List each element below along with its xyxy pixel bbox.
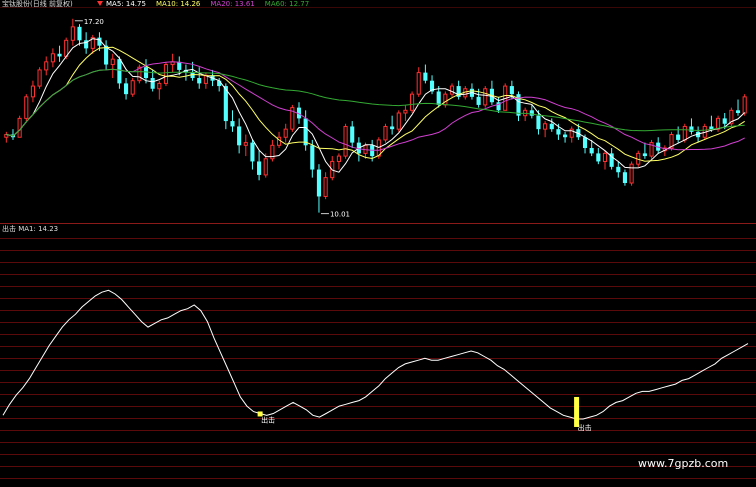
candle-body-up [283,128,288,138]
low-price-label: 10.01 [330,211,350,219]
candle-body-down [197,78,202,84]
candle-body-up [483,88,488,106]
ma-legend-item: MA5: 14.75 [106,0,146,8]
candle-body-up [64,39,69,57]
candle-body-up [682,125,687,141]
candle-body-up [443,93,448,106]
candle-body-up [742,96,747,114]
candle-body-down [676,134,681,140]
grid-lines [0,7,756,479]
candle-body-up [449,85,455,95]
labels: 17.20 10.01 宝钛股份(日线 前复权) MA5: 14.75 MA10: 14… [2,0,728,470]
candle-body-down [250,142,255,162]
price-panel [4,18,747,213]
stock-chart-svg: 17.20 10.01 宝钛股份(日线 前复权) MA5: 14.75 MA10: 14… [0,0,756,479]
ma-line-20 [6,61,745,151]
candle-body-down [529,110,534,116]
candle-body-up [410,93,415,111]
legend-down-icon [97,1,103,6]
candle-body-down [622,172,628,183]
stock-chart-stage: 17.20 10.01 宝钛股份(日线 前复权) MA5: 14.75 MA10: 14… [0,0,756,487]
candle-body-up [50,53,55,63]
signal-bar [574,396,580,427]
signal-label: 出击 [261,415,275,424]
candle-body-up [323,177,328,197]
candle-body-up [37,69,42,87]
candle-body-up [157,82,162,90]
ma-legend-item: MA10: 14.26 [156,0,201,8]
candle-body-down [616,166,621,173]
candle-body-up [24,96,29,119]
ma-legend-item: MA20: 13.61 [210,0,254,8]
candle-body-up [403,109,408,114]
watermark-text: www.7gpzb.com [638,457,728,470]
signal-label: 出击 [578,423,592,432]
candle-body-down [549,123,554,130]
candle-body-down [436,91,441,105]
candle-body-up [110,58,115,66]
candle-body-up [602,152,608,162]
candle-body-up [543,123,548,130]
candle-body-up [383,125,388,141]
chart-title: 宝钛股份(日线 前复权) [2,0,73,8]
candle-body-down [77,26,82,41]
candle-body-up [343,125,348,157]
candle-body-down [237,126,242,146]
candle-body-down [257,161,262,175]
candle-body-down [303,118,308,146]
candle-body-down [689,126,694,132]
candle-body-down [596,153,601,162]
candle-body-up [396,112,401,130]
ma1-line [2,289,749,420]
candle-body-up [44,61,49,71]
candle-body-down [476,96,481,105]
candle-body-down [589,148,594,154]
ma-line-5 [6,38,746,173]
candle-body-up [30,85,35,98]
candle-body-down [217,80,222,87]
candle-body-down [536,115,541,130]
candle-body-up [336,155,341,162]
candle-body-down [230,121,235,127]
candle-body-up [163,64,169,84]
candle-body-down [390,126,395,130]
candle-body-down [582,137,588,148]
candle-body-up [629,163,634,184]
candle-body-up [17,117,22,138]
candle-body-down [423,72,428,81]
candle-body-down [642,153,647,157]
candle-body-down [123,83,129,95]
candle-body-up [243,142,248,146]
candle-body-down [735,110,741,113]
indicator-legend: 出击 MA1: 14.23 [2,224,58,233]
candle-body-down [143,67,149,78]
candle-body-down [57,53,62,57]
candle-body-up [416,72,421,95]
ma-line-60 [6,68,745,137]
candle-body-up [70,26,75,41]
candle-body-up [130,80,135,95]
candle-body-down [563,134,568,138]
high-price-label: 17.20 [84,18,104,26]
candle-body-down [350,126,355,143]
candle-body-up [716,117,721,130]
candle-body-down [310,145,315,170]
candle-body-down [177,61,182,70]
candle-body-down [117,59,122,84]
candle-body-down [150,78,155,89]
candle-body-down [509,86,514,95]
candle-body-down [722,118,727,124]
ma-legend-item: MA60: 12.77 [265,0,309,8]
candle-body-down [556,129,561,135]
candle-body-up [263,158,268,176]
candle-body-down [316,169,322,197]
